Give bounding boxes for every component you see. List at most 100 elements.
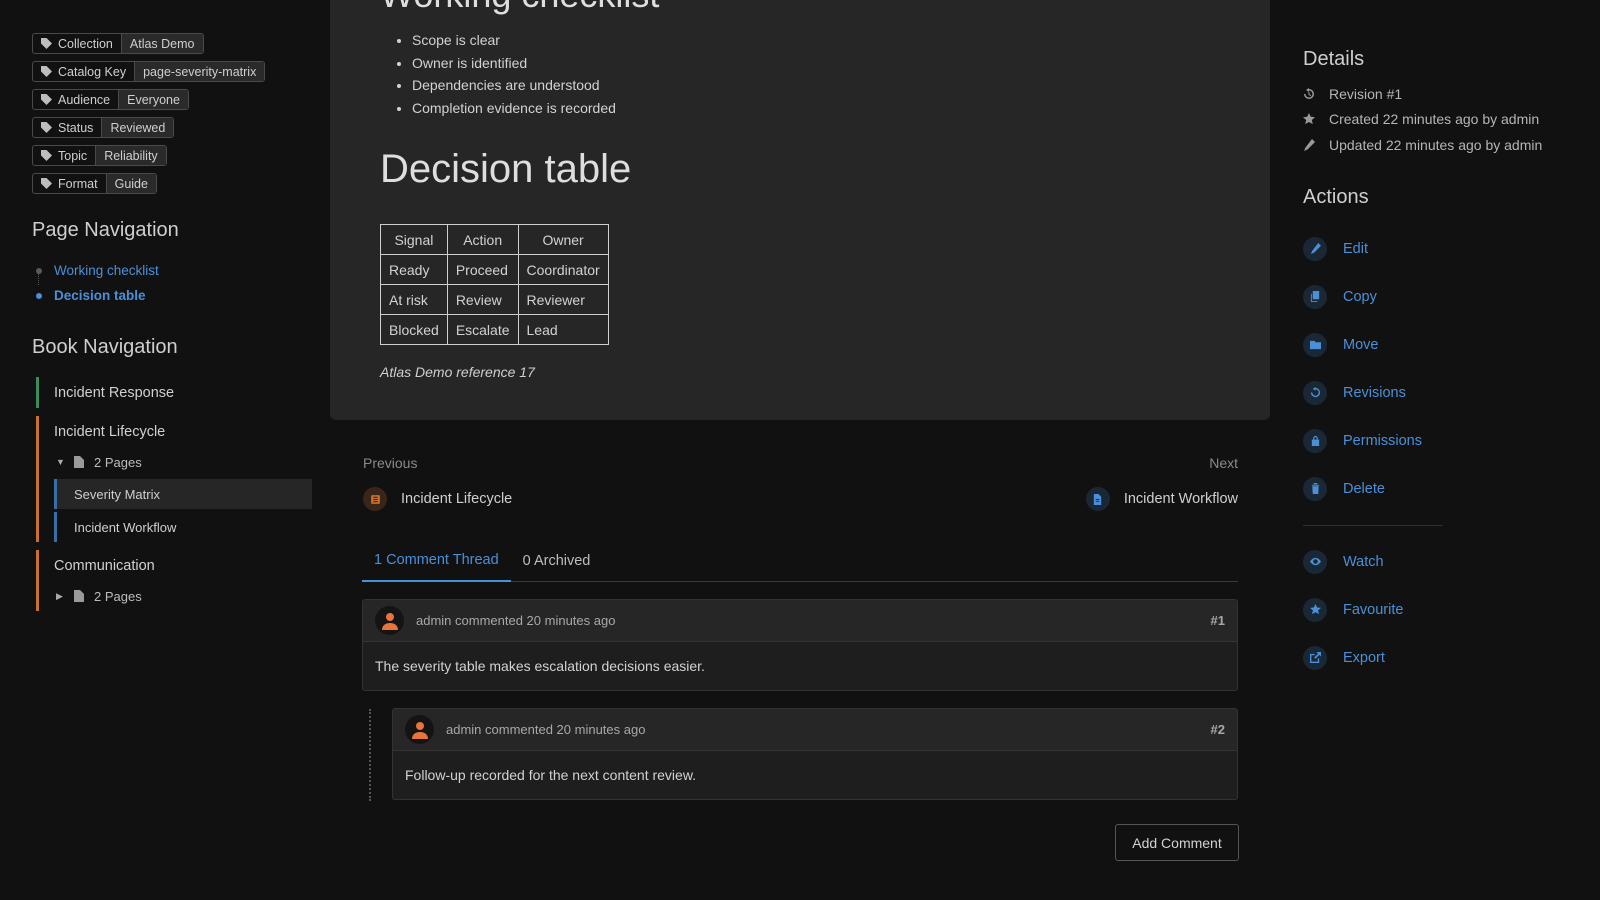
comment-header: admin commented 20 minutes ago #1 xyxy=(363,600,1237,642)
chapter-pages-toggle[interactable]: ▼ 2 Pages xyxy=(54,447,312,477)
table-cell: Escalate xyxy=(446,314,519,345)
revisions-action[interactable]: Revisions xyxy=(1303,369,1583,417)
tag-value: Reliability xyxy=(96,146,166,165)
checklist: Scope is clear Owner is identified Depen… xyxy=(412,32,616,122)
delete-action[interactable]: Delete xyxy=(1303,465,1583,513)
tab-comment-threads[interactable]: 1 Comment Thread xyxy=(362,540,511,582)
tag-name: Catalog Key xyxy=(58,64,127,79)
page-icon xyxy=(74,456,84,468)
chapter-color-bar xyxy=(36,377,39,408)
action-label: Revisions xyxy=(1343,384,1406,401)
tag-topic[interactable]: Topic Reliability xyxy=(32,145,167,166)
edit-action[interactable]: Edit xyxy=(1303,225,1583,273)
table-header: Signal xyxy=(380,224,448,255)
next-page-link[interactable]: Incident Workflow xyxy=(1085,487,1238,511)
right-sidebar: Details Revision #1 Created 22 minutes a… xyxy=(1303,48,1583,682)
move-action[interactable]: Move xyxy=(1303,321,1583,369)
export-icon xyxy=(1303,645,1327,670)
detail-updated: Updated 22 minutes ago by admin xyxy=(1303,132,1583,158)
folder-icon xyxy=(1303,332,1327,357)
page-nav-link[interactable]: Decision table xyxy=(54,288,146,303)
checklist-item: Dependencies are understood xyxy=(412,77,616,100)
action-label: Permissions xyxy=(1343,432,1422,449)
page-nav-item-decision-table[interactable]: Decision table xyxy=(32,283,312,308)
book-page-severity-matrix[interactable]: Severity Matrix xyxy=(54,479,312,509)
book-chapter-communication: Communication ▶ 2 Pages xyxy=(32,550,312,611)
tag-value: page-severity-matrix xyxy=(135,62,265,81)
book-navigation: Incident Response Incident Lifecycle ▼ 2… xyxy=(32,377,312,611)
page-nav-link[interactable]: Working checklist xyxy=(54,263,159,278)
pencil-icon xyxy=(1304,138,1315,151)
book-page-label: Incident Workflow xyxy=(74,519,177,535)
previous-page-link[interactable]: Incident Lifecycle xyxy=(363,487,512,511)
tag-icon xyxy=(41,150,52,161)
tag-icon xyxy=(41,38,52,49)
tag-status[interactable]: Status Reviewed xyxy=(32,117,175,138)
table-row: Blocked Escalate Lead xyxy=(380,314,609,345)
tag-name: Topic xyxy=(58,148,88,163)
copy-action[interactable]: Copy xyxy=(1303,273,1583,321)
action-label: Watch xyxy=(1343,553,1384,570)
table-header: Action xyxy=(446,224,519,255)
page-color-bar xyxy=(54,512,57,542)
lock-icon xyxy=(1303,428,1327,453)
tag-collection[interactable]: Collection Atlas Demo xyxy=(32,33,204,54)
chapter-link[interactable]: Communication xyxy=(54,550,312,581)
book-navigation-heading: Book Navigation xyxy=(32,336,178,358)
history-icon xyxy=(1304,87,1314,99)
comment-tabs: 1 Comment Thread 0 Archived xyxy=(362,540,1238,582)
left-sidebar: Collection Atlas Demo Catalog Key page-sev… xyxy=(32,33,312,619)
watch-action[interactable]: Watch xyxy=(1303,538,1583,586)
tab-archived[interactable]: 0 Archived xyxy=(511,540,603,582)
tag-value: Guide xyxy=(106,174,156,193)
checklist-item: Completion evidence is recorded xyxy=(412,100,616,123)
page-navigation-heading: Page Navigation xyxy=(32,219,179,241)
pages-count: 2 Pages xyxy=(94,588,142,604)
history-icon xyxy=(1303,380,1327,405)
tag-catalog-key[interactable]: Catalog Key page-severity-matrix xyxy=(32,61,266,82)
nav-dot xyxy=(36,267,42,274)
chapter-link[interactable]: Incident Response xyxy=(54,377,312,408)
table-header: Owner xyxy=(517,224,609,255)
decision-table-heading: Decision table xyxy=(380,147,632,191)
detail-created: Created 22 minutes ago by admin xyxy=(1303,107,1583,133)
nav-dot xyxy=(36,292,42,299)
action-label: Edit xyxy=(1343,240,1368,257)
tag-value: Atlas Demo xyxy=(121,34,203,53)
permissions-action[interactable]: Permissions xyxy=(1303,417,1583,465)
actions-heading: Actions xyxy=(1303,185,1369,208)
caret-right-icon: ▶ xyxy=(56,590,63,601)
book-page-incident-workflow[interactable]: Incident Workflow xyxy=(54,512,312,542)
tag-name: Status xyxy=(58,120,94,135)
comment-body: The severity table makes escalation deci… xyxy=(375,658,705,674)
page-icon xyxy=(1085,487,1110,511)
favourite-action[interactable]: Favourite xyxy=(1303,586,1583,634)
table-cell: Reviewer xyxy=(517,284,609,315)
avatar xyxy=(375,606,404,635)
comment-permalink[interactable]: #2 xyxy=(1211,722,1225,737)
chapter-link[interactable]: Incident Lifecycle xyxy=(54,416,312,447)
tag-audience[interactable]: Audience Everyone xyxy=(32,89,189,110)
table-cell: Coordinator xyxy=(517,254,609,285)
checklist-item: Owner is identified xyxy=(412,55,616,78)
page-nav-item-working-checklist[interactable]: Working checklist xyxy=(32,258,312,283)
comment-meta: admin commented 20 minutes ago xyxy=(446,722,646,737)
comment-permalink[interactable]: #1 xyxy=(1211,613,1225,628)
tag-format[interactable]: Format Guide xyxy=(32,173,157,194)
detail-revision[interactable]: Revision #1 xyxy=(1303,81,1583,107)
comment-body: Follow-up recorded for the next content … xyxy=(405,767,697,783)
detail-text: Revision #1 xyxy=(1329,85,1403,102)
add-comment-button[interactable]: Add Comment xyxy=(1115,824,1239,861)
tag-name: Format xyxy=(58,176,98,191)
chapter-pages-toggle[interactable]: ▶ 2 Pages xyxy=(54,581,312,611)
details-list: Revision #1 Created 22 minutes ago by ad… xyxy=(1303,81,1583,158)
prev-next-navigation: Previous Next Incident Lifecycle Inciden… xyxy=(363,455,1238,515)
tag-name: Audience xyxy=(58,92,111,107)
tag-icon xyxy=(41,66,52,77)
comment-header: admin commented 20 minutes ago #2 xyxy=(393,709,1237,751)
pencil-icon xyxy=(1303,236,1327,261)
page-color-bar xyxy=(54,479,57,509)
export-action[interactable]: Export xyxy=(1303,634,1583,682)
detail-text: Created 22 minutes ago by admin xyxy=(1329,111,1540,128)
star-icon xyxy=(1303,113,1315,125)
